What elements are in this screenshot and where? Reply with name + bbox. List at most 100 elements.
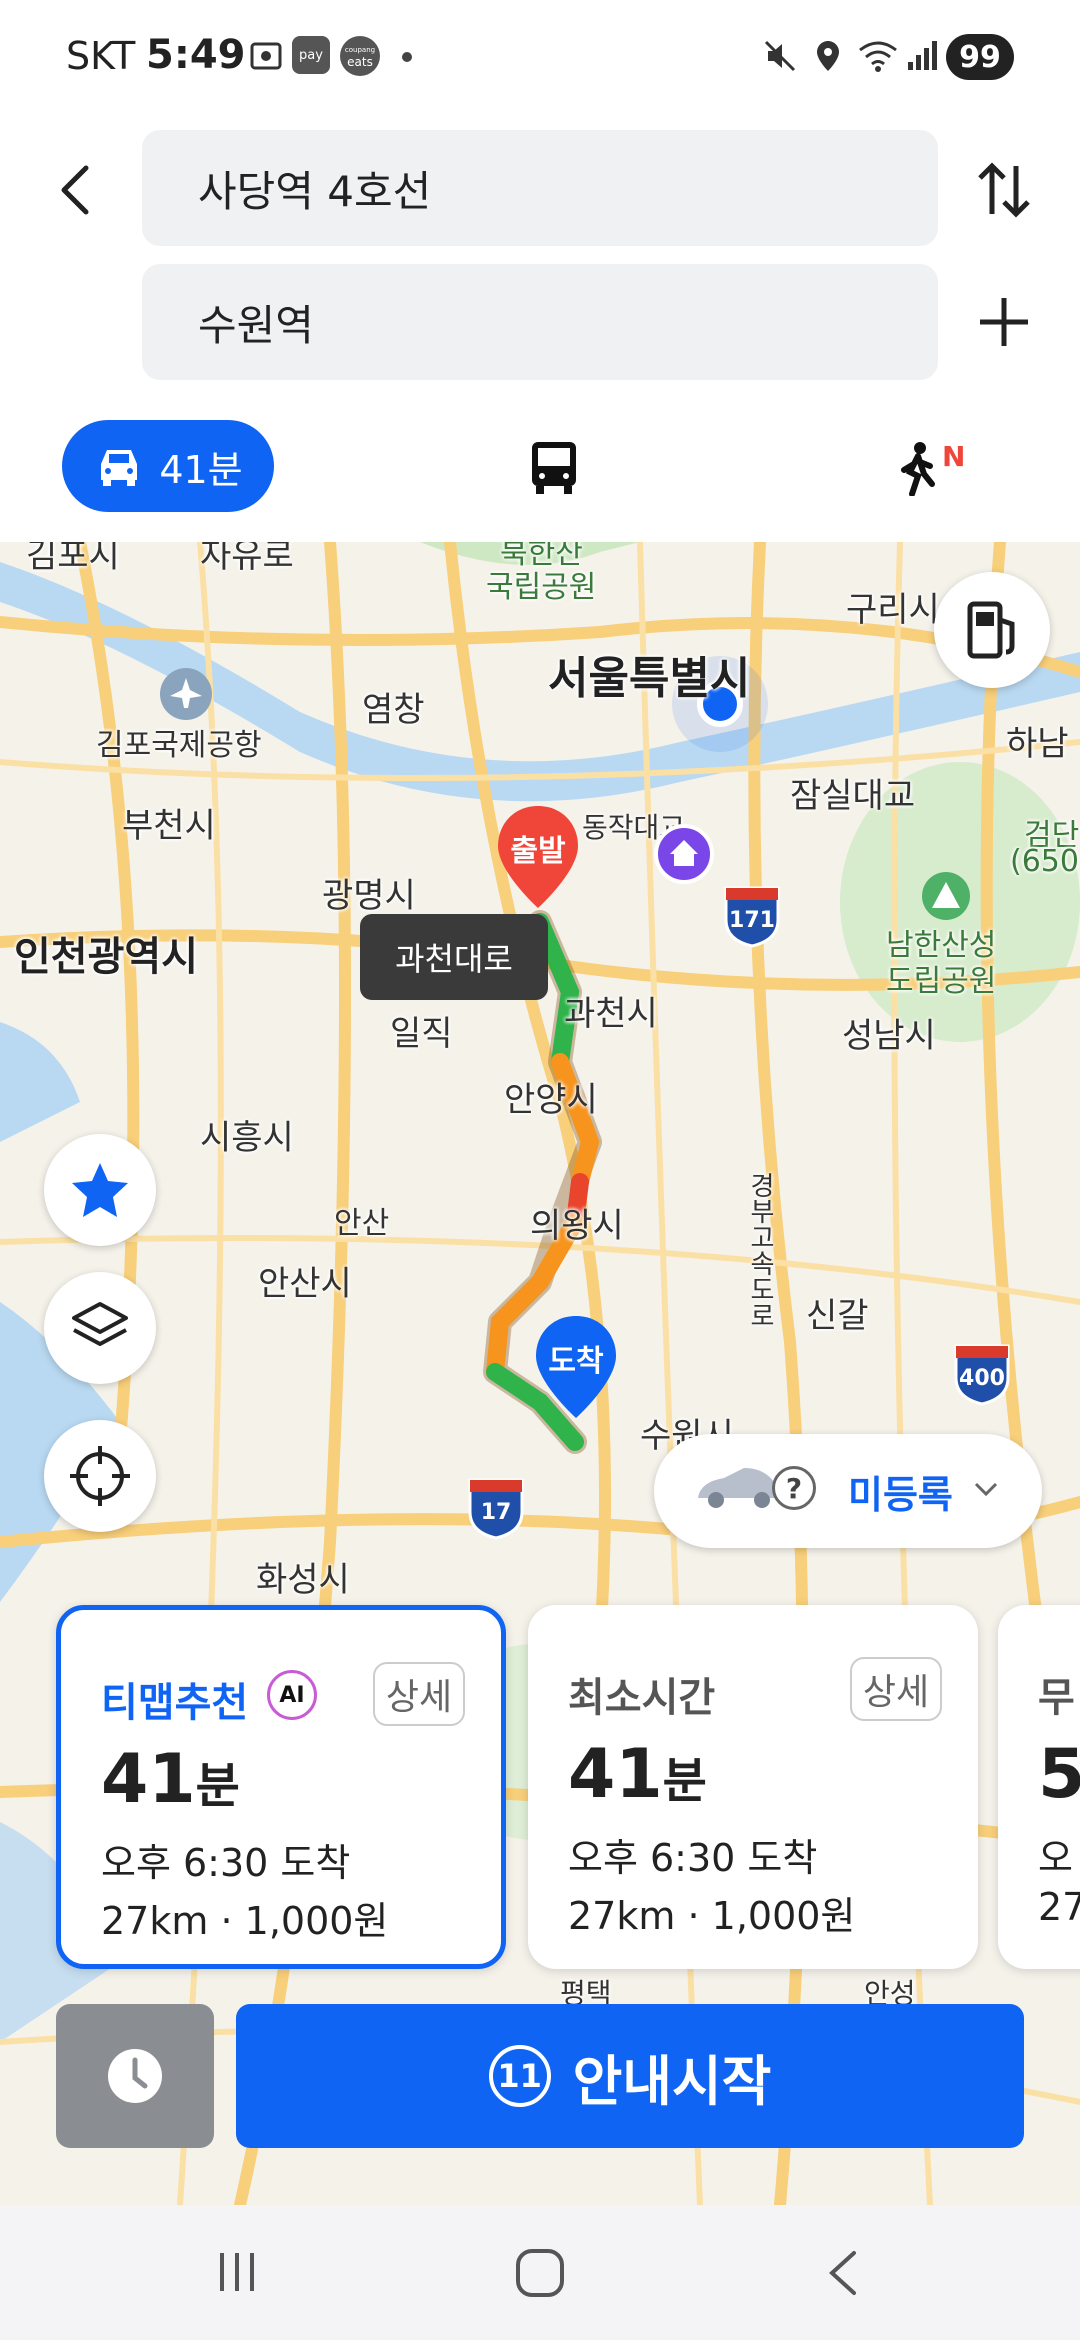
route-card-partial[interactable]: 무 5 오 27 bbox=[998, 1605, 1080, 1969]
airport-icon bbox=[160, 668, 212, 720]
mute-icon bbox=[762, 38, 798, 74]
map-label: 서울특별시 bbox=[548, 653, 751, 704]
map-label: 자유로 bbox=[200, 542, 294, 576]
car-icon bbox=[101, 450, 138, 486]
plus-icon bbox=[980, 298, 1028, 346]
vehicle-selector[interactable]: ? 미등록 bbox=[654, 1434, 1042, 1548]
chevron-left-icon bbox=[61, 165, 89, 215]
destination-marker[interactable]: 도착 bbox=[532, 1314, 620, 1424]
route-distance-fare: 27km · 1,000원 bbox=[101, 1899, 389, 1943]
map-label: 도립공원 bbox=[886, 964, 997, 999]
map-label: 하남 bbox=[1006, 724, 1069, 764]
map-label: 부천시 bbox=[122, 806, 216, 846]
start-marker[interactable]: 출발 bbox=[494, 804, 582, 914]
map-label: 광명시 bbox=[322, 876, 416, 916]
map-label: 안양시 bbox=[504, 1080, 598, 1120]
my-location-button[interactable] bbox=[44, 1420, 156, 1532]
route-arrival: 오후 6:30 도착 bbox=[101, 1841, 351, 1885]
layers-icon bbox=[72, 1302, 128, 1346]
gas-station-button[interactable] bbox=[934, 572, 1050, 688]
map-label: 안산 bbox=[334, 1206, 390, 1241]
fuel-icon bbox=[967, 601, 1015, 659]
vehicle-status-label: 미등록 bbox=[848, 1473, 953, 1517]
signal-icon bbox=[904, 38, 940, 74]
departure-time-button[interactable] bbox=[56, 2004, 214, 2148]
route-detail-button[interactable]: 상세 bbox=[850, 1657, 942, 1721]
map-layers-button[interactable] bbox=[44, 1272, 156, 1384]
map-label: 경부고속도로 bbox=[745, 1172, 775, 1328]
eats-badge: coupang eats bbox=[340, 36, 380, 76]
route-duration: 5 bbox=[1038, 1735, 1080, 1814]
bus-icon bbox=[532, 442, 576, 494]
recent-apps-button[interactable] bbox=[214, 2249, 260, 2295]
map-label: 잠실대교 bbox=[790, 776, 916, 816]
route-distance-fare: 27 bbox=[1038, 1885, 1080, 1929]
map-label: 김포국제공항 bbox=[96, 728, 262, 763]
route-title: 무 bbox=[1038, 1675, 1075, 1721]
route-arrival: 오 bbox=[1038, 1836, 1073, 1880]
map-label: 과천시 bbox=[564, 994, 658, 1034]
chevron-down-icon bbox=[974, 1482, 998, 1497]
map-label: (650 bbox=[1010, 844, 1079, 879]
map-label: 김포시 bbox=[26, 542, 120, 576]
clock-icon bbox=[108, 2049, 162, 2103]
map-label: 인천광역시 bbox=[14, 934, 198, 980]
clock-time: 5:49 bbox=[146, 32, 246, 78]
tab-car[interactable]: 41분 bbox=[62, 420, 274, 512]
highway-shield-171: 171 bbox=[722, 884, 782, 948]
map-label: 시흥시 bbox=[200, 1118, 294, 1158]
highway-shield-17: 17 bbox=[466, 1476, 526, 1540]
route-title: 최소시간 bbox=[568, 1675, 716, 1721]
swap-button[interactable] bbox=[976, 160, 1032, 220]
map-label: 화성시 bbox=[256, 1560, 350, 1600]
map-label: 국립공원 bbox=[486, 570, 597, 605]
home-icon[interactable] bbox=[654, 824, 714, 884]
map-label: 일직 bbox=[390, 1014, 453, 1054]
wifi-icon bbox=[856, 38, 900, 74]
favorites-button[interactable] bbox=[44, 1134, 156, 1246]
tab-walk[interactable]: N bbox=[896, 440, 976, 500]
system-back-button[interactable] bbox=[820, 2249, 866, 2297]
map-label: 신갈 bbox=[806, 1296, 869, 1336]
car-duration-label: 41분 bbox=[159, 447, 243, 492]
pay-badge: pay bbox=[292, 36, 330, 74]
route-duration: 41분 bbox=[568, 1735, 707, 1814]
route-card-recommended[interactable]: 티맵추천 AI 상세 41분 오후 6:30 도착 27km · 1,000원 bbox=[56, 1605, 506, 1969]
back-button[interactable] bbox=[52, 160, 96, 220]
recent-apps-icon bbox=[220, 2253, 254, 2291]
question-icon: ? bbox=[772, 1466, 816, 1510]
route-arrival: 오후 6:30 도착 bbox=[568, 1836, 818, 1880]
route-title: 티맵추천 bbox=[101, 1680, 249, 1726]
tab-transit[interactable] bbox=[528, 438, 580, 498]
star-icon bbox=[72, 1163, 128, 1217]
route-detail-button[interactable]: 상세 bbox=[373, 1662, 465, 1726]
carrier-label: SKT bbox=[66, 34, 136, 78]
home-button[interactable] bbox=[512, 2245, 568, 2301]
origin-input[interactable]: 사당역 4호선 bbox=[142, 130, 938, 246]
road-name-tooltip: 과천대로 bbox=[360, 914, 548, 1000]
park-icon bbox=[922, 872, 970, 920]
battery-indicator: 99 bbox=[946, 34, 1014, 80]
car-silhouette-icon bbox=[698, 1468, 781, 1508]
route-duration: 41분 bbox=[101, 1740, 240, 1819]
walking-icon bbox=[901, 442, 935, 497]
start-navigation-label: 안내시작 bbox=[572, 2049, 772, 2113]
start-navigation-button[interactable]: 11 안내시작 bbox=[236, 2004, 1024, 2148]
system-nav-bar bbox=[0, 2205, 1080, 2340]
add-waypoint-button[interactable] bbox=[978, 296, 1030, 348]
highway-shield-400: 400 bbox=[952, 1342, 1012, 1406]
map-label: 안산시 bbox=[258, 1264, 352, 1304]
screenshot-icon bbox=[248, 38, 284, 74]
ai-badge: AI bbox=[267, 1670, 317, 1720]
destination-input[interactable]: 수원역 bbox=[142, 264, 938, 380]
map-label: 성남시 bbox=[842, 1016, 936, 1056]
location-icon bbox=[810, 38, 846, 74]
new-badge: N bbox=[942, 440, 966, 473]
route-card-fastest[interactable]: 최소시간 상세 41분 오후 6:30 도착 27km · 1,000원 bbox=[528, 1605, 978, 1969]
home-nav-icon bbox=[516, 2249, 564, 2297]
crosshair-icon bbox=[70, 1446, 130, 1506]
notification-dot-icon bbox=[402, 52, 412, 62]
map-label: 의왕시 bbox=[530, 1206, 624, 1246]
map-label: 구리시 bbox=[846, 590, 940, 630]
swap-icon bbox=[978, 162, 1030, 218]
